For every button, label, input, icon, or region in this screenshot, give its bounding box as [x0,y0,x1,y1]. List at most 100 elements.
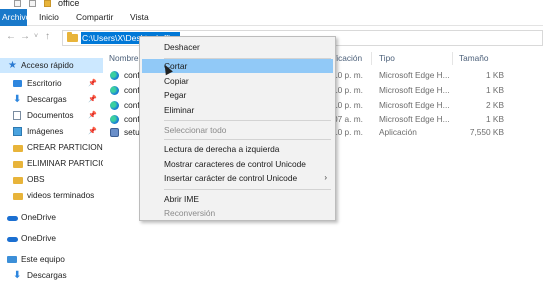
onedrive-icon [7,216,18,221]
star-icon: ★ [8,60,17,71]
file-size: 7,550 KB [469,127,504,137]
nav-item-label: ELIMINAR PARTICIC [27,158,107,168]
menu-item-mostrar-caracteres-unicode[interactable]: Mostrar caracteres de control Unicode [142,157,333,171]
pin-icon: 📌 [88,128,97,135]
menu-item-reconversion: Reconversión [164,208,216,218]
menu-item-copiar[interactable]: Copiar [142,74,333,88]
menu-item-lectura-derecha-izquierda[interactable]: Lectura de derecha a izquierda [142,142,333,156]
menu-item-insertar-caracter-unicode[interactable]: Insertar carácter de control Unicode › [142,171,333,185]
nav-item-label: Documentos [27,110,74,120]
navigation-pane: ★ Acceso rápido Escritorio 📌 ⬇ Descargas… [0,50,108,286]
tab-inicio[interactable]: Inicio [39,9,59,26]
menu-separator [164,139,331,140]
nav-item-crear-particiones[interactable]: CREAR PARTICIONE [0,140,108,155]
column-divider[interactable] [371,52,372,65]
column-divider[interactable] [452,52,453,65]
ribbon-tabs: Archivo Inicio Compartir Vista [0,9,543,26]
file-date: 10 p. m. [333,100,363,110]
file-type: Microsoft Edge H... [379,114,450,124]
nav-item-descargas-pc[interactable]: ⬇ Descargas [0,268,103,283]
file-name: conf [124,85,140,95]
nav-item-label: CREAR PARTICIONE [27,142,109,152]
up-arrow-icon[interactable]: ↑ [45,31,50,43]
properties-check-icon[interactable] [29,0,36,7]
folder-icon [13,161,23,168]
menu-item-pegar[interactable]: Pegar [142,88,333,102]
window-title: office [58,0,80,8]
file-size: 1 KB [486,85,504,95]
folder-icon [13,177,23,184]
nav-item-imagenes[interactable]: Imágenes 📌 [0,124,103,139]
file-date: 07 a. m. [333,114,363,124]
pin-icon: 📌 [88,112,97,119]
nav-item-label: Escritorio [27,78,62,88]
edge-icon [110,101,119,110]
menu-separator [164,189,331,190]
tab-archivo[interactable]: Archivo [0,9,30,26]
nav-item-label: Descargas [27,270,67,280]
quick-access-toolbar-icon[interactable] [14,0,21,7]
nav-item-label: Imágenes [27,126,64,136]
nav-item-label: Acceso rápido [21,60,74,70]
file-name: conf [124,114,140,124]
submenu-arrow-icon: › [324,173,327,182]
folder-icon [67,32,78,42]
nav-item-label: videos terminados [27,190,95,200]
column-header-date[interactable]: ficación [334,50,362,66]
edge-icon [110,115,119,124]
nav-item-label: OneDrive [21,212,57,222]
desktop-icon [13,80,22,87]
file-size: 1 KB [486,114,504,124]
pin-icon: 📌 [88,96,97,103]
menu-item-label: Insertar carácter de control Unicode [164,173,298,183]
nav-item-documentos[interactable]: Documentos 📌 [0,108,103,123]
file-name: conf [124,100,140,110]
column-header-type[interactable]: Tipo [379,50,395,66]
column-header-size[interactable]: Tamaño [459,50,489,66]
image-icon [13,127,22,136]
pin-icon: 📌 [88,80,97,87]
file-date: 10 p. m. [333,127,363,137]
nav-item-escritorio[interactable]: Escritorio 📌 [0,76,103,91]
file-date: 10 p. m. [333,70,363,80]
folder-icon [13,193,23,200]
forward-arrow-icon[interactable]: → [20,31,30,43]
edge-icon [110,71,119,80]
folder-icon [44,0,51,7]
nav-item-label: Este equipo [21,254,65,264]
recent-locations-icon[interactable]: ˅ [34,31,38,43]
folder-icon [13,145,23,152]
menu-separator [164,120,331,121]
nav-item-label: OneDrive [21,233,57,243]
nav-item-obs[interactable]: OBS [0,172,103,187]
file-size: 1 KB [486,70,504,80]
nav-item-descargas[interactable]: ⬇ Descargas 📌 [0,92,103,107]
title-bar: office [0,0,543,9]
file-date: 10 p. m. [333,85,363,95]
document-icon [13,111,21,120]
nav-item-videos-terminados[interactable]: videos terminados [0,188,103,203]
tab-compartir[interactable]: Compartir [76,9,113,26]
nav-item-label: Descargas [27,94,67,104]
nav-item-eliminar-particiones[interactable]: ELIMINAR PARTICIC [0,156,107,171]
column-header-name[interactable]: Nombre [109,50,139,66]
tab-vista[interactable]: Vista [130,9,149,26]
file-type: Microsoft Edge H... [379,100,450,110]
file-type: Aplicación [379,127,417,137]
menu-item-abrir-ime[interactable]: Abrir IME [142,192,333,206]
nav-item-label: OBS [27,174,45,184]
nav-item-quick-access[interactable]: ★ Acceso rápido [0,58,103,73]
onedrive-icon [7,237,18,242]
file-size: 2 KB [486,100,504,110]
back-arrow-icon[interactable]: ← [6,31,16,43]
edge-icon [110,86,119,95]
file-name: conf [124,70,140,80]
nav-item-este-equipo[interactable]: Este equipo [0,252,103,267]
nav-item-onedrive[interactable]: OneDrive [0,210,103,225]
nav-item-onedrive-2[interactable]: OneDrive [0,231,103,246]
setup-icon [110,128,119,137]
menu-item-deshacer[interactable]: Deshacer [142,40,333,54]
file-type: Microsoft Edge H... [379,85,450,95]
menu-item-seleccionar-todo: Seleccionar todo [164,125,227,135]
menu-item-eliminar[interactable]: Eliminar [142,103,333,117]
